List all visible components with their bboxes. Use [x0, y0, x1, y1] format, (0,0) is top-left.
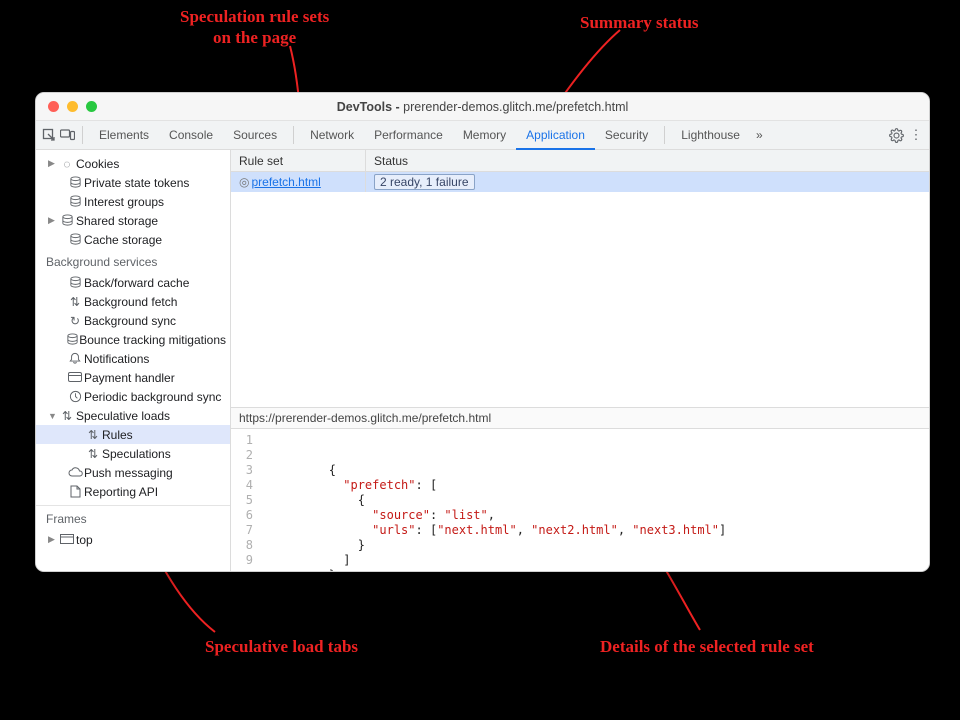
database-icon [66, 176, 84, 189]
sidebar-label: Shared storage [76, 214, 158, 228]
sidebar-item-interest-groups[interactable]: Interest groups [36, 192, 230, 211]
annotation-details: Details of the selected rule set [600, 636, 814, 657]
sidebar-label: Notifications [84, 352, 149, 366]
code-gutter: 1 2 3 4 5 6 7 8 9 [231, 429, 261, 571]
settings-icon[interactable] [887, 128, 905, 143]
annotation-speculative-tabs: Speculative load tabs [205, 636, 358, 657]
sidebar-label: Speculations [102, 447, 171, 461]
sidebar-label: Reporting API [84, 485, 158, 499]
sidebar-item-top-frame[interactable]: ▶top [36, 530, 230, 549]
sidebar-label: Back/forward cache [84, 276, 189, 290]
sidebar-item-speculations[interactable]: ⇅Speculations [36, 444, 230, 463]
rule-row-name: prefetch.html [251, 175, 320, 189]
sidebar-label: Private state tokens [84, 176, 189, 190]
sidebar-item-shared-storage[interactable]: ▶ Shared storage [36, 211, 230, 230]
detail-url: https://prerender-demos.glitch.me/prefet… [231, 407, 929, 429]
tab-lighthouse[interactable]: Lighthouse [671, 121, 750, 149]
window-title-page: prerender-demos.glitch.me/prefetch.html [403, 100, 628, 114]
annotation-rule-sets: Speculation rule sets on the page [180, 6, 329, 49]
sidebar-item-cache-storage[interactable]: Cache storage [36, 230, 230, 249]
devtools-tabstrip: Elements Console Sources Network Perform… [36, 121, 929, 150]
sidebar-item-bounce[interactable]: Bounce tracking mitigations [36, 330, 230, 349]
tab-performance[interactable]: Performance [364, 121, 453, 149]
sidebar-label: Cache storage [84, 233, 162, 247]
sidebar-label: Cookies [76, 157, 119, 171]
sidebar-label: Payment handler [84, 371, 175, 385]
annotation-summary: Summary status [580, 12, 699, 33]
more-menu-icon[interactable]: ⋮ [907, 127, 925, 143]
sidebar-item-reporting[interactable]: Reporting API [36, 482, 230, 501]
sidebar-group-frames: Frames [36, 506, 230, 530]
database-icon [66, 333, 79, 346]
rule-json-viewer: 1 2 3 4 5 6 7 8 9 { "prefetch": [ { "sou… [231, 429, 929, 571]
tab-network[interactable]: Network [300, 121, 364, 149]
inspect-icon[interactable] [40, 128, 58, 142]
database-icon [58, 214, 76, 227]
device-toggle-icon[interactable] [58, 129, 76, 141]
sidebar-item-bfcache[interactable]: Back/forward cache [36, 273, 230, 292]
col-ruleset-header[interactable]: Rule set [231, 150, 366, 171]
updown-icon: ⇅ [84, 428, 102, 442]
sidebar-item-private-state-tokens[interactable]: Private state tokens [36, 173, 230, 192]
col-status-header[interactable]: Status [366, 154, 929, 168]
sidebar-item-speculative-loads[interactable]: ▼⇅Speculative loads [36, 406, 230, 425]
card-icon [66, 372, 84, 383]
database-icon [66, 233, 84, 246]
sidebar-item-payment[interactable]: Payment handler [36, 368, 230, 387]
updown-icon: ⇅ [84, 447, 102, 461]
cloud-icon [66, 467, 84, 478]
sync-icon: ↻ [66, 314, 84, 328]
frame-icon [58, 534, 76, 545]
sidebar-item-cookies[interactable]: ▶◌Cookies [36, 154, 230, 173]
sidebar-label: top [76, 533, 93, 547]
sidebar-label: Background sync [84, 314, 176, 328]
rule-set-table: Rule set Status ◎ prefetch.html 2 ready,… [231, 150, 929, 407]
rule-row[interactable]: ◎ prefetch.html 2 ready, 1 failure [231, 172, 929, 192]
sidebar-item-push[interactable]: Push messaging [36, 463, 230, 482]
updown-icon: ⇅ [66, 295, 84, 309]
sidebar-item-notifications[interactable]: Notifications [36, 349, 230, 368]
tab-security[interactable]: Security [595, 121, 658, 149]
sidebar-label: Speculative loads [76, 409, 170, 423]
bell-icon [66, 352, 84, 365]
sidebar-label: Background fetch [84, 295, 177, 309]
status-pill[interactable]: 2 ready, 1 failure [374, 174, 475, 190]
clock-icon [66, 390, 84, 403]
tab-console[interactable]: Console [159, 121, 223, 149]
sidebar-item-bgsync[interactable]: ↻Background sync [36, 311, 230, 330]
sidebar-group-background: Background services [36, 249, 230, 273]
tab-memory[interactable]: Memory [453, 121, 516, 149]
sidebar-item-periodic-sync[interactable]: Periodic background sync [36, 387, 230, 406]
tabs-overflow-button[interactable]: » [750, 121, 769, 149]
code-content[interactable]: { "prefetch": [ { "source": "list", "url… [261, 429, 726, 571]
target-icon: ◎ [239, 175, 249, 189]
sidebar-item-rules[interactable]: ⇅Rules [36, 425, 230, 444]
database-icon [66, 276, 84, 289]
window-titlebar: DevTools - prerender-demos.glitch.me/pre… [36, 93, 929, 121]
application-sidebar: ▶◌Cookies Private state tokens Interest … [36, 150, 231, 571]
updown-icon: ⇅ [58, 409, 76, 423]
cookie-icon: ◌ [58, 157, 76, 171]
tab-sources[interactable]: Sources [223, 121, 287, 149]
database-icon [66, 195, 84, 208]
tab-application[interactable]: Application [516, 122, 595, 150]
sidebar-label: Interest groups [84, 195, 164, 209]
rules-panel: Rule set Status ◎ prefetch.html 2 ready,… [231, 150, 929, 571]
devtools-window: DevTools - prerender-demos.glitch.me/pre… [35, 92, 930, 572]
sidebar-label: Push messaging [84, 466, 173, 480]
sidebar-label: Rules [102, 428, 133, 442]
sidebar-label: Periodic background sync [84, 390, 221, 404]
sidebar-label: Bounce tracking mitigations [79, 333, 226, 347]
window-title-prefix: DevTools - [337, 100, 403, 114]
page-icon [66, 485, 84, 498]
window-title: DevTools - prerender-demos.glitch.me/pre… [36, 100, 929, 114]
rule-table-header: Rule set Status [231, 150, 929, 172]
sidebar-item-bgfetch[interactable]: ⇅Background fetch [36, 292, 230, 311]
tab-elements[interactable]: Elements [89, 121, 159, 149]
